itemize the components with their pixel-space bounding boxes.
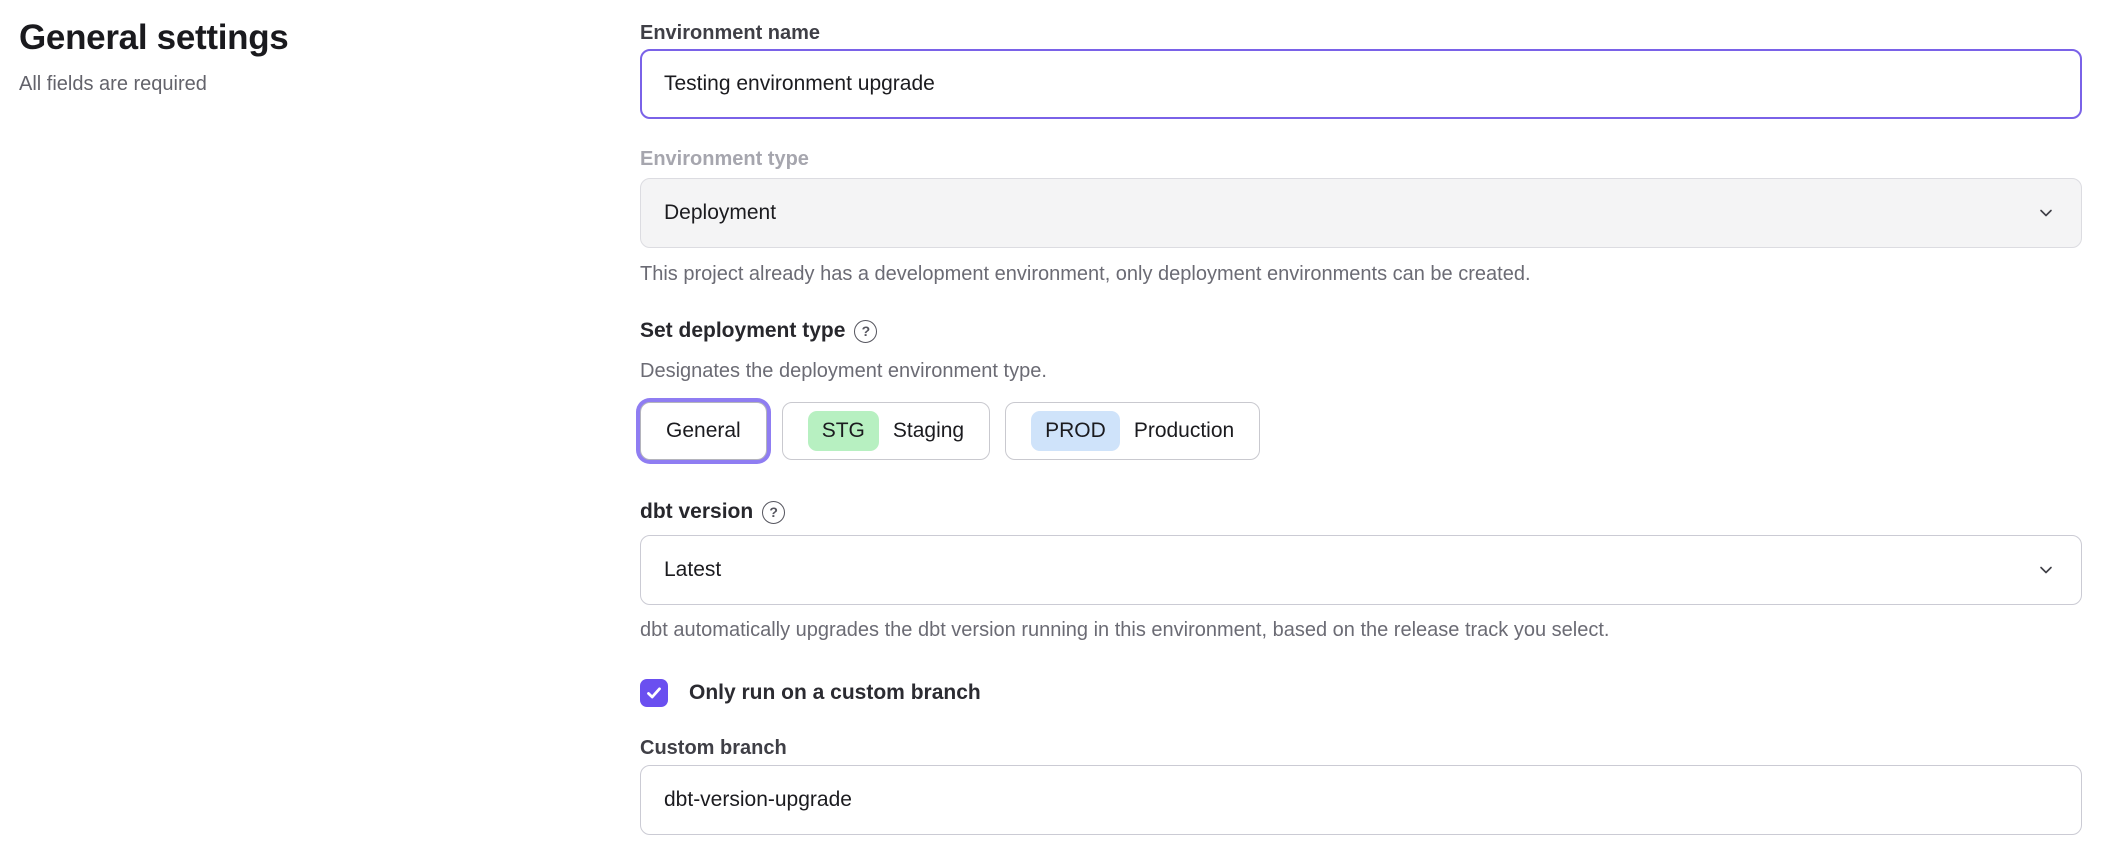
dbt-version-help: dbt automatically upgrades the dbt versi… bbox=[640, 618, 2082, 642]
deployment-type-description: Designates the deployment environment ty… bbox=[640, 359, 2082, 383]
custom-branch-label: Custom branch bbox=[640, 736, 2082, 760]
chevron-down-icon bbox=[2037, 561, 2055, 579]
custom-branch-toggle-label[interactable]: Only run on a custom branch bbox=[689, 681, 981, 705]
deployment-type-production-button[interactable]: PROD Production bbox=[1005, 402, 1260, 460]
environment-type-select[interactable]: Deployment bbox=[640, 178, 2082, 248]
environment-type-help: This project already has a development e… bbox=[640, 262, 2082, 286]
environment-settings-form: Environment name Environment type Deploy… bbox=[640, 0, 2082, 835]
help-icon[interactable]: ? bbox=[762, 501, 785, 524]
environment-name-label: Environment name bbox=[640, 21, 2082, 45]
help-icon[interactable]: ? bbox=[854, 320, 877, 343]
dbt-version-select[interactable]: Latest bbox=[640, 535, 2082, 605]
page-subtitle: All fields are required bbox=[19, 72, 439, 96]
check-icon bbox=[645, 684, 663, 702]
dbt-version-value: Latest bbox=[664, 558, 721, 582]
dbt-version-label: dbt version bbox=[640, 499, 753, 525]
environment-type-label: Environment type bbox=[640, 147, 2082, 171]
deployment-type-section: Set deployment type ? bbox=[640, 318, 2082, 344]
production-option-label: Production bbox=[1134, 419, 1234, 443]
general-option-label: General bbox=[666, 419, 741, 443]
deployment-type-label: Set deployment type bbox=[640, 318, 845, 344]
deployment-type-options: General STG Staging PROD Production bbox=[640, 396, 2082, 466]
staging-badge: STG bbox=[808, 411, 879, 451]
environment-type-value: Deployment bbox=[664, 201, 776, 225]
custom-branch-input[interactable] bbox=[640, 765, 2082, 835]
chevron-down-icon bbox=[2037, 204, 2055, 222]
dbt-version-section: dbt version ? bbox=[640, 499, 2082, 525]
custom-branch-checkbox[interactable] bbox=[640, 679, 668, 707]
custom-branch-toggle-row: Only run on a custom branch bbox=[640, 678, 2082, 708]
deployment-type-general-button[interactable]: General bbox=[640, 402, 767, 460]
page-title: General settings bbox=[19, 16, 439, 60]
staging-option-label: Staging bbox=[893, 419, 964, 443]
settings-intro: General settings All fields are required bbox=[19, 16, 439, 96]
deployment-type-staging-button[interactable]: STG Staging bbox=[782, 402, 990, 460]
production-badge: PROD bbox=[1031, 411, 1120, 451]
environment-name-input[interactable] bbox=[640, 49, 2082, 119]
